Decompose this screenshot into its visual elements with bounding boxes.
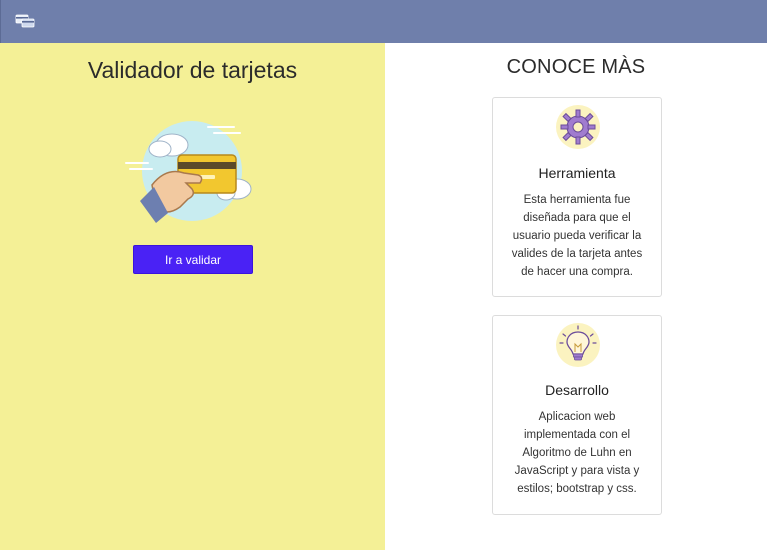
go-validate-button[interactable]: Ir a validar bbox=[133, 245, 253, 274]
hand-holding-credit-card-icon bbox=[122, 115, 257, 227]
learn-more-title: CONOCE MÀS bbox=[506, 56, 646, 78]
validator-panel: Validador de tarjetas Ir a validar bbox=[0, 43, 385, 550]
credit-cards-logo-icon[interactable] bbox=[15, 14, 35, 28]
info-card-desarrollo: Desarrollo Aplicacion web implementada c… bbox=[492, 315, 662, 515]
card-title: Desarrollo bbox=[545, 382, 609, 398]
top-navbar bbox=[0, 0, 767, 43]
page-title: Validador de tarjetas bbox=[87, 57, 298, 83]
info-card-herramienta: Herramienta Esta herramienta fue diseñad… bbox=[492, 97, 662, 297]
card-description: Aplicacion web implementada con el Algor… bbox=[514, 411, 640, 495]
card-title: Herramienta bbox=[538, 165, 616, 181]
lightbulb-icon bbox=[555, 322, 601, 368]
gear-icon bbox=[555, 104, 601, 150]
card-description: Esta herramienta fue diseñada para que e… bbox=[511, 194, 643, 278]
